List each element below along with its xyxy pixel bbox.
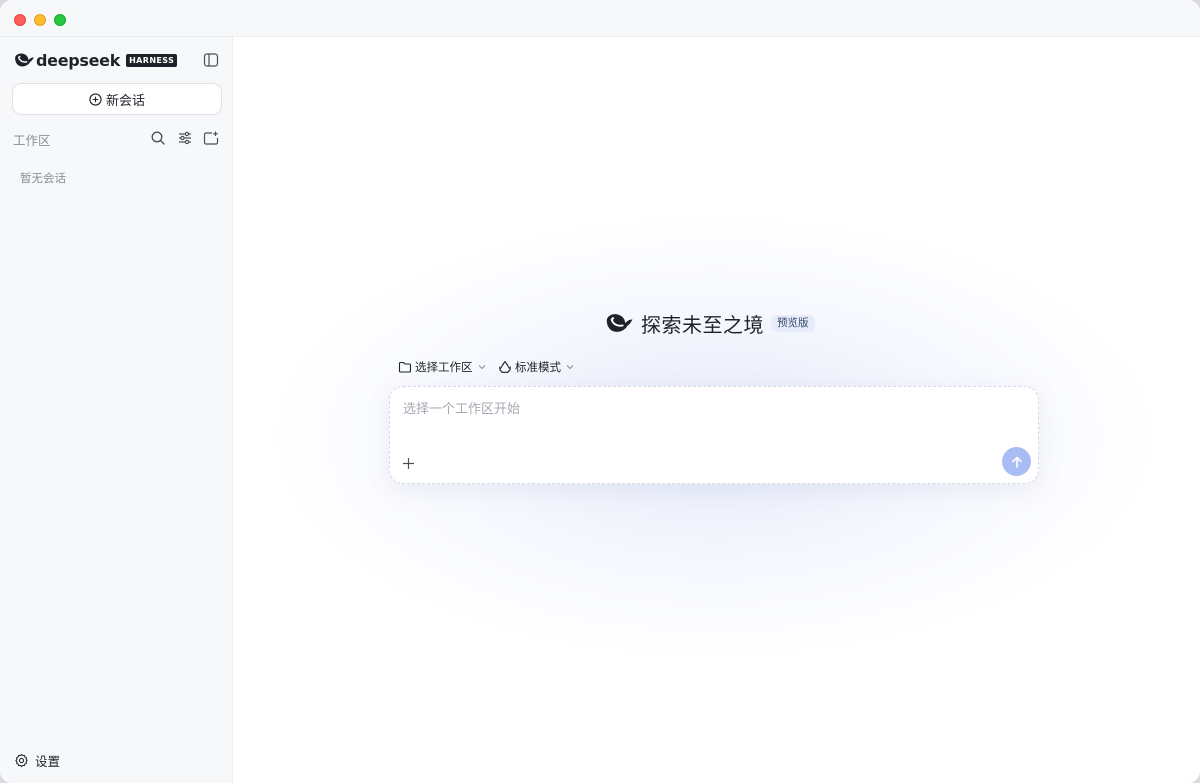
settings-button[interactable]: 设置	[14, 751, 60, 770]
plus-circle-icon	[89, 92, 102, 106]
sidebar: deepseek HARNESS 新会话 工作区 暂无会话 设置	[0, 37, 233, 783]
filter-icon[interactable]	[177, 130, 193, 146]
brand-name: deepseek	[36, 50, 121, 70]
brand-badge: HARNESS	[126, 53, 178, 67]
search-icon[interactable]	[150, 130, 166, 146]
mode-selector-label: 标准模式	[515, 360, 561, 374]
workspace-selector[interactable]: 选择工作区	[398, 359, 487, 375]
chevron-down-icon	[478, 365, 485, 370]
mode-icon	[499, 360, 511, 374]
plus-icon[interactable]	[401, 456, 416, 471]
folder-icon	[398, 361, 412, 373]
arrow-up-icon	[1011, 456, 1022, 468]
whale-logo-icon	[15, 53, 34, 67]
new-folder-icon[interactable]	[203, 130, 219, 146]
message-input[interactable]	[403, 399, 1003, 419]
mode-selector[interactable]: 标准模式	[498, 359, 575, 375]
close-window-button[interactable]	[14, 14, 26, 26]
message-composer	[389, 386, 1039, 484]
workspace-section-label: 工作区	[13, 133, 51, 148]
hero-heading: 探索未至之境 预览版	[604, 310, 815, 337]
chevron-down-icon	[566, 365, 574, 370]
send-button[interactable]	[1002, 447, 1031, 476]
workspace-selector-label: 选择工作区	[415, 360, 473, 374]
maximize-window-button[interactable]	[54, 14, 66, 26]
new-chat-button[interactable]: 新会话	[12, 83, 222, 115]
preview-badge: 预览版	[771, 314, 815, 332]
gear-icon	[15, 753, 28, 768]
brand-logo: deepseek HARNESS	[13, 50, 178, 70]
app-window: deepseek HARNESS 新会话 工作区 暂无会话 设置 探索未至之境 …	[0, 0, 1200, 783]
minimize-window-button[interactable]	[34, 14, 46, 26]
main-panel: 探索未至之境 预览版 选择工作区 标准模式	[234, 37, 1200, 783]
title-bar	[0, 0, 1200, 37]
empty-conversations-text: 暂无会话	[20, 171, 66, 185]
whale-logo-icon	[606, 314, 633, 332]
sidebar-toggle-icon[interactable]	[203, 52, 219, 68]
new-chat-label: 新会话	[105, 93, 145, 109]
settings-label: 设置	[35, 754, 61, 769]
hero-title: 探索未至之境	[641, 312, 764, 337]
